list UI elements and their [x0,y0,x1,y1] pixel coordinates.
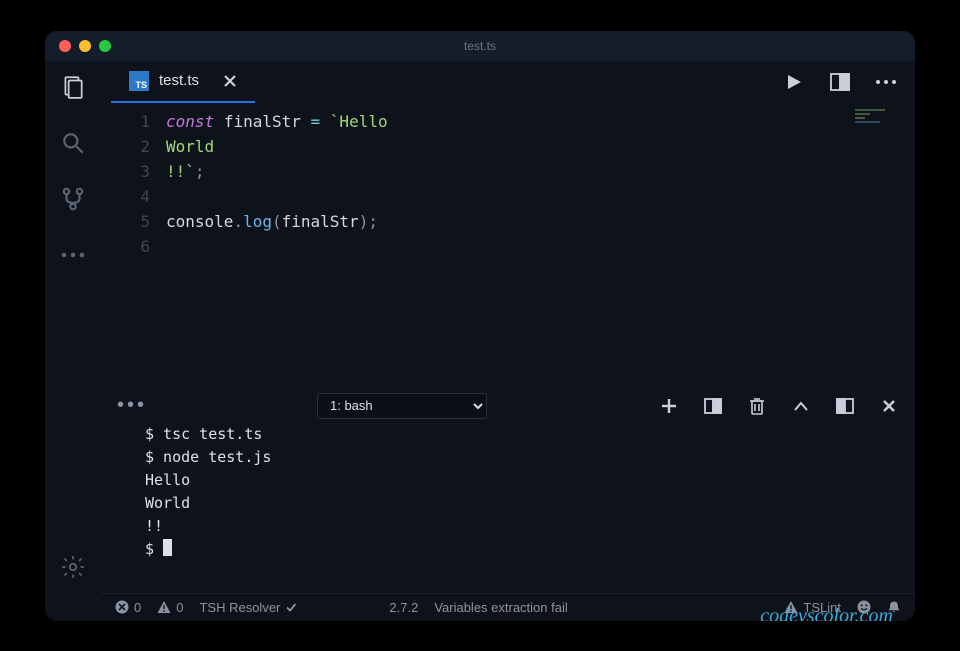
explorer-icon[interactable] [59,73,87,101]
split-editor-icon[interactable] [829,71,851,93]
maximize-panel-icon[interactable] [791,396,811,416]
line-gutter: 1 2 3 4 5 6 [101,103,166,393]
window-controls [59,40,111,52]
window-body: TS test.ts [45,61,915,621]
line-number: 5 [101,209,150,234]
terminal-line: $ [145,538,871,561]
editor-window: test.ts [45,31,915,621]
editor-actions [783,71,915,93]
terminal-panel: ••• 1: bash [101,393,915,593]
split-terminal-icon[interactable] [703,396,723,416]
titlebar: test.ts [45,31,915,61]
window-close-button[interactable] [59,40,71,52]
terminal-header: ••• 1: bash [101,393,915,419]
window-maximize-button[interactable] [99,40,111,52]
terminal-line: World [145,492,871,515]
tab-label: test.ts [159,72,199,89]
terminal-line: !! [145,515,871,538]
watermark: codevscolor.com [760,605,893,621]
close-panel-icon[interactable] [879,396,899,416]
close-tab-icon[interactable] [223,74,237,88]
more-actions-icon[interactable] [875,71,897,93]
run-icon[interactable] [783,71,805,93]
terminal-actions [659,396,899,416]
code-content: const finalStr = `HelloWorld!!`; console… [166,103,915,393]
line-number: 3 [101,159,150,184]
terminal-line: Hello [145,469,871,492]
tab-test-ts[interactable]: TS test.ts [111,61,255,103]
line-number: 6 [101,234,150,259]
new-terminal-icon[interactable] [659,396,679,416]
source-control-icon[interactable] [59,185,87,213]
terminal-output[interactable]: $ tsc test.ts$ node test.jsHelloWorld!!$… [101,419,915,621]
terminal-selector[interactable]: 1: bash [317,393,487,419]
terminal-line: $ tsc test.ts [145,423,871,446]
minimap[interactable] [855,109,905,125]
search-icon[interactable] [59,129,87,157]
toggle-panel-icon[interactable] [835,396,855,416]
line-number: 4 [101,184,150,209]
line-number: 2 [101,134,150,159]
terminal-line: $ node test.js [145,446,871,469]
terminal-cursor [163,539,172,556]
line-number: 1 [101,109,150,134]
code-editor[interactable]: 1 2 3 4 5 6 const finalStr = `HelloWorld… [101,103,915,393]
typescript-file-icon: TS [129,71,149,91]
window-title: test.ts [45,39,915,53]
more-icon[interactable] [59,241,87,269]
tabs-row: TS test.ts [101,61,915,103]
panel-more-icon[interactable]: ••• [117,394,297,417]
window-minimize-button[interactable] [79,40,91,52]
editor-main: TS test.ts [101,61,915,621]
kill-terminal-icon[interactable] [747,396,767,416]
settings-gear-icon[interactable] [59,553,87,581]
activity-bar [45,61,101,621]
